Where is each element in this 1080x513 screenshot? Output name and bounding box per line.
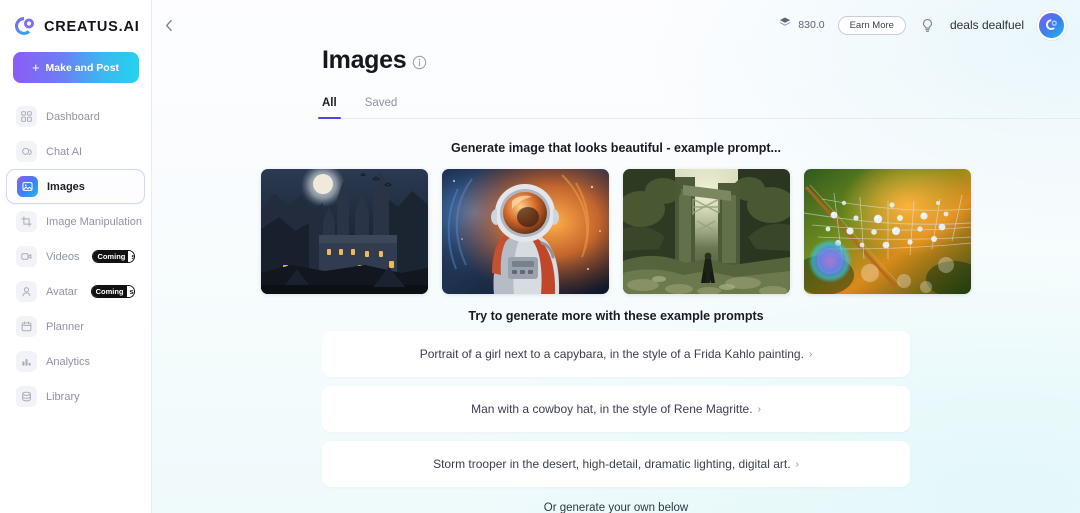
- badge-coming-videos: Coming: [93, 251, 129, 262]
- sidebar-item-library[interactable]: Library: [6, 379, 145, 414]
- badge-soon-videos: soon: [128, 251, 135, 262]
- gothic-castle-moonlight[interactable]: [261, 169, 428, 294]
- thumbnail-gallery: [152, 169, 1080, 294]
- chevron-right-icon: ›: [757, 403, 761, 415]
- page-title-row: Images: [152, 46, 1080, 75]
- astronaut-painting[interactable]: [442, 169, 609, 294]
- example-prompt-card-1[interactable]: Portrait of a girl next to a capybara, i…: [322, 331, 910, 377]
- tab-all[interactable]: All: [318, 97, 341, 119]
- sidebar-item-image-manipulation[interactable]: Image Manipulation: [6, 204, 145, 239]
- make-and-post-button[interactable]: + Make and Post: [12, 52, 139, 83]
- chevron-right-icon: ›: [808, 348, 813, 360]
- sidebar-item-planner[interactable]: Planner: [6, 309, 145, 344]
- creatus-logo-icon: [13, 15, 37, 39]
- tab-saved[interactable]: Saved: [365, 97, 398, 118]
- topbar-right: 830.0 Earn More deals dealfuel: [778, 10, 1066, 40]
- sidebar-item-chat-ai[interactable]: Chat AI: [6, 134, 145, 169]
- example-prompt-card-2[interactable]: Man with a cowboy hat, in the style of R…: [322, 386, 910, 432]
- make-and-post-label: Make and Post: [45, 61, 120, 74]
- page-title: Images: [322, 46, 407, 74]
- image-icon: [17, 176, 38, 197]
- sidebar-label-chat-ai: Chat AI: [46, 145, 83, 158]
- sidebar-item-videos[interactable]: Videos Coming soon: [6, 239, 145, 274]
- topbar: 830.0 Earn More deals dealfuel: [152, 0, 1080, 50]
- badge-coming-avatar: Coming: [91, 286, 127, 297]
- subheadline: Try to generate more with these example …: [468, 309, 764, 323]
- brand-name: CREATUS.AI: [44, 19, 140, 35]
- sidebar-label-dashboard: Dashboard: [46, 110, 100, 123]
- coming-soon-badge-videos: Coming soon: [92, 250, 135, 263]
- credits-badge[interactable]: 830.0: [778, 16, 825, 34]
- dashboard-grid-icon: [16, 106, 37, 127]
- or-generate-label: Or generate your own below: [543, 502, 689, 513]
- overgrown-ruins[interactable]: [623, 169, 790, 294]
- sidebar-label-planner: Planner: [46, 320, 84, 333]
- calendar-icon: [16, 316, 37, 337]
- person-circle-icon: [16, 281, 37, 302]
- main-content: 830.0 Earn More deals dealfuel Images Al…: [152, 0, 1080, 513]
- sidebar-label-library: Library: [46, 390, 80, 403]
- sidebar-item-dashboard[interactable]: Dashboard: [6, 99, 145, 134]
- database-icon: [16, 386, 37, 407]
- sidebar-item-images[interactable]: Images: [6, 169, 145, 204]
- brand[interactable]: CREATUS.AI: [0, 0, 151, 40]
- lightbulb-icon[interactable]: [919, 16, 937, 34]
- example-prompt-text-1: Portrait of a girl next to a capybara, i…: [419, 347, 804, 361]
- bar-chart-icon: [16, 351, 37, 372]
- video-camera-icon: [16, 246, 37, 267]
- sidebar-label-avatar: Avatar: [46, 285, 78, 298]
- sidebar-label-images: Images: [47, 180, 85, 193]
- example-prompt-text-2: Man with a cowboy hat, in the style of R…: [471, 402, 753, 416]
- example-prompt-list: Portrait of a girl next to a capybara, i…: [322, 331, 910, 487]
- example-prompt-card-3[interactable]: Storm trooper in the desert, high-detail…: [322, 441, 910, 487]
- example-prompt-text-3: Storm trooper in the desert, high-detail…: [433, 457, 791, 471]
- credit-token-icon: [778, 16, 792, 34]
- content-area: Images All Saved Generate image that loo…: [152, 46, 1080, 513]
- sidebar-label-analytics: Analytics: [46, 355, 91, 368]
- chevron-right-icon: ›: [795, 458, 799, 470]
- tabs: All Saved: [318, 97, 1080, 119]
- badge-soon-avatar: soon: [126, 286, 134, 297]
- coming-soon-badge-avatar: Coming soon: [90, 285, 135, 298]
- credits-value: 830.0: [798, 19, 825, 31]
- sidebar-item-analytics[interactable]: Analytics: [6, 344, 145, 379]
- sidebar: CREATUS.AI + Make and Post Dashboard Cha…: [0, 0, 152, 513]
- sidebar-label-videos: Videos: [46, 250, 80, 263]
- plus-icon: +: [31, 60, 40, 75]
- app-root: CREATUS.AI + Make and Post Dashboard Cha…: [0, 0, 1080, 513]
- crop-icon: [16, 211, 37, 232]
- sidebar-nav: Dashboard Chat AI Images Image Manipulat…: [0, 99, 151, 414]
- dew-spiderweb-macro[interactable]: [804, 169, 971, 294]
- chat-bubble-icon: [16, 141, 37, 162]
- info-circle-icon[interactable]: [412, 55, 427, 70]
- earn-more-button[interactable]: Earn More: [837, 15, 906, 35]
- chevron-left-icon[interactable]: [156, 5, 182, 45]
- sidebar-item-avatar[interactable]: Avatar Coming soon: [6, 274, 145, 309]
- username-label: deals dealfuel: [949, 18, 1024, 32]
- headline: Generate image that looks beautiful - ex…: [451, 141, 781, 155]
- user-avatar-icon[interactable]: [1037, 10, 1066, 40]
- sidebar-label-image-manipulation: Image Manipulation: [46, 215, 143, 228]
